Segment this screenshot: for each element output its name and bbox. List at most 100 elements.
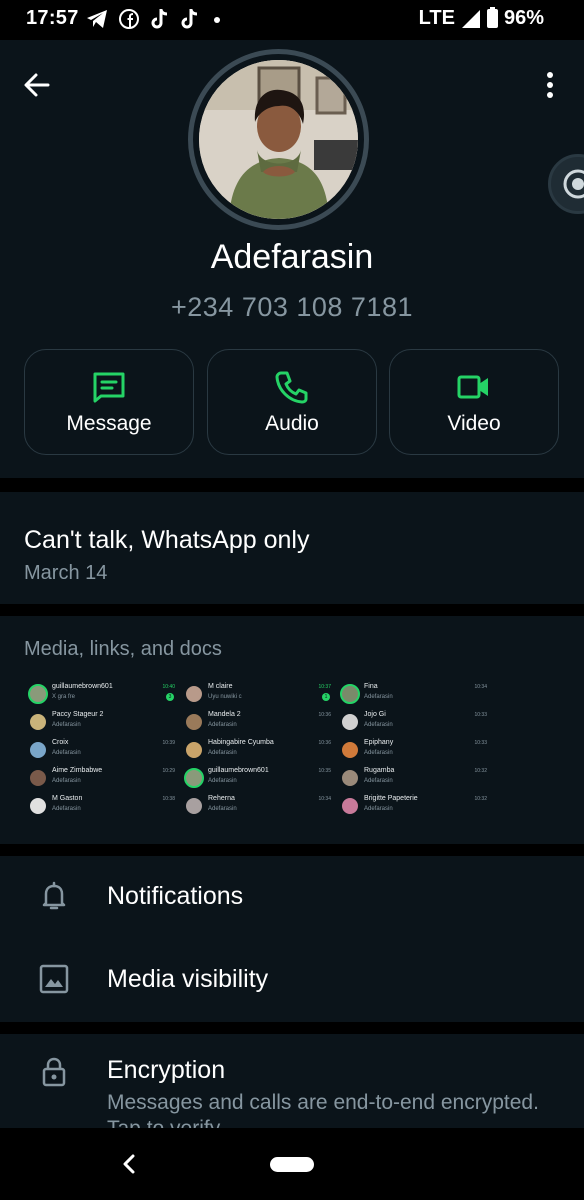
avatar	[28, 796, 48, 816]
video-icon	[457, 375, 488, 399]
mini-name: Rugamba	[364, 767, 395, 774]
encryption-title: Encryption	[107, 1056, 226, 1084]
lock-icon	[42, 1057, 66, 1087]
contact-header: Adefarasin +234 703 108 7181 Message Aud…	[0, 40, 584, 478]
mini-sub: Adefarasin	[364, 694, 393, 700]
mini-sub: Adefarasin	[52, 778, 81, 784]
mini-time: 10:36	[318, 712, 331, 718]
mini-name: Habingabire Cyumba	[208, 739, 274, 746]
list-item: Reherna Adefarasin 10:34	[180, 794, 335, 820]
mini-time: 10:37	[318, 684, 331, 690]
encryption-row[interactable]: Encryption Messages and calls are end-to…	[0, 1034, 584, 1128]
phone-icon	[275, 371, 308, 404]
encryption-subtitle: Messages and calls are end-to-end encryp…	[107, 1091, 539, 1128]
nav-back-icon[interactable]	[118, 1152, 140, 1176]
mini-name: Jojo Gi	[364, 711, 386, 718]
mini-name: Fina	[364, 683, 378, 690]
more-options-icon[interactable]	[540, 70, 560, 100]
avatar	[184, 740, 204, 760]
mini-time: 10:33	[474, 712, 487, 718]
media-visibility-label: Media visibility	[107, 965, 269, 993]
image-icon	[39, 964, 69, 994]
avatar	[184, 768, 204, 788]
mini-sub: Adefarasin	[208, 750, 237, 756]
notifications-label: Notifications	[107, 882, 244, 910]
mini-name: Paccy Stageur 2	[52, 711, 104, 718]
mini-name: Reherna	[208, 795, 235, 802]
avatar[interactable]	[199, 60, 358, 219]
list-item: Habingabire Cyumba Adefarasin 10:36	[180, 738, 335, 764]
about-date: March 14	[24, 562, 108, 584]
mini-time: 10:36	[318, 740, 331, 746]
notifications-row[interactable]: Notifications	[0, 856, 584, 938]
avatar	[28, 684, 48, 704]
avatar	[340, 712, 360, 732]
list-item: M claire Uyu nuwiki c 10:37 1	[180, 682, 335, 708]
mini-sub: Adefarasin	[364, 750, 393, 756]
audio-label: Audio	[265, 412, 319, 435]
back-arrow-icon[interactable]	[20, 68, 54, 102]
message-button[interactable]: Message	[24, 349, 194, 455]
message-label: Message	[66, 412, 152, 435]
mini-sub: Adefarasin	[364, 806, 393, 812]
avatar-frame[interactable]	[188, 49, 369, 230]
about-section[interactable]: Can't talk, WhatsApp only March 14	[0, 492, 584, 604]
mini-sub: Adefarasin	[208, 806, 237, 812]
mini-sub: Adefarasin	[208, 778, 237, 784]
mini-name: guillaumebrown601	[52, 683, 113, 690]
audio-call-button[interactable]: Audio	[207, 349, 377, 455]
mini-sub: Uyu nuwiki c	[208, 694, 242, 700]
notification-icons	[86, 7, 224, 31]
status-time: 17:57	[26, 7, 79, 29]
mini-time: 10:29	[162, 768, 175, 774]
about-text: Can't talk, WhatsApp only	[24, 526, 310, 554]
battery-icon	[486, 7, 498, 28]
mini-sub: Adefarasin	[52, 722, 81, 728]
floating-bubble[interactable]	[548, 154, 584, 214]
mini-time: 10:35	[318, 768, 331, 774]
media-section: Media, links, and docs guillaumebrown601…	[0, 616, 584, 844]
avatar	[28, 768, 48, 788]
network-label: LTE	[418, 7, 455, 29]
list-item: Rugamba Adefarasin 10:32	[336, 766, 491, 792]
list-item: Mandela 2 Adefarasin 10:36	[180, 710, 335, 736]
avatar-photo	[199, 60, 358, 219]
telegram-icon	[87, 10, 107, 28]
mini-name: Brigitte Papeterie	[364, 795, 418, 802]
avatar	[340, 796, 360, 816]
mini-time: 10:32	[474, 796, 487, 802]
list-item: Fina Adefarasin 10:34	[336, 682, 491, 708]
unread-badge: 3	[166, 693, 174, 701]
chat-head-icon	[563, 169, 584, 199]
mini-name: M Gaston	[52, 795, 83, 802]
media-visibility-row[interactable]: Media visibility	[0, 939, 584, 1021]
mini-name: Mandela 2	[208, 711, 241, 718]
mini-name: Epiphany	[364, 739, 394, 746]
media-title[interactable]: Media, links, and docs	[24, 638, 222, 661]
tiktok-icon	[151, 9, 168, 29]
list-item: Brigitte Papeterie Adefarasin 10:32	[336, 794, 491, 820]
avatar	[28, 740, 48, 760]
mini-time: 10:40	[162, 684, 175, 690]
list-item: Epiphany Adefarasin 10:33	[336, 738, 491, 764]
contact-info-screen: Adefarasin +234 703 108 7181 Message Aud…	[0, 40, 584, 1128]
status-bar: 17:57 LTE 96%	[0, 0, 584, 40]
mini-name: Aime Zimbabwe	[52, 767, 103, 774]
list-item: Croix Adefarasin 10:39	[24, 738, 179, 764]
bell-icon	[42, 881, 66, 910]
settings-section: Notifications Media visibility	[0, 856, 584, 1022]
mini-sub: Adefarasin	[52, 750, 81, 756]
message-icon	[93, 372, 125, 403]
avatar	[184, 796, 204, 816]
media-thumbnail-2[interactable]: M claire Uyu nuwiki c 10:37 1 Mandela 2 …	[180, 682, 335, 842]
media-thumbnail-1[interactable]: guillaumebrown601 X gra fre 10:40 3 Pacc…	[24, 682, 179, 842]
list-item: guillaumebrown601 Adefarasin 10:35	[180, 766, 335, 792]
mini-time: 10:34	[474, 684, 487, 690]
mini-time: 10:33	[474, 740, 487, 746]
battery-percent: 96%	[503, 7, 544, 29]
video-call-button[interactable]: Video	[389, 349, 559, 455]
media-thumbnail-3[interactable]: Fina Adefarasin 10:34 Jojo Gi Adefarasin…	[336, 682, 491, 842]
nav-home-pill[interactable]	[270, 1157, 314, 1172]
contact-phone[interactable]: +234 703 108 7181	[0, 292, 584, 323]
unread-badge: 1	[322, 693, 330, 701]
